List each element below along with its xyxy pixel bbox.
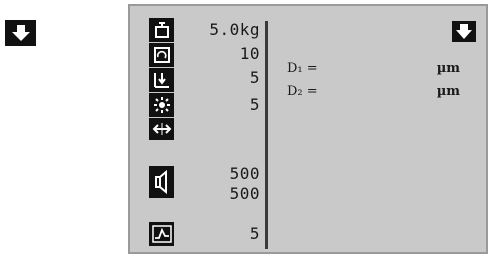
- indent-value: 5: [249, 68, 260, 87]
- speaker-icon[interactable]: [149, 166, 174, 198]
- indenter-icon[interactable]: [149, 68, 174, 92]
- divider: [265, 21, 268, 249]
- weight-icon[interactable]: [149, 18, 174, 42]
- measurement-unit-d2: µm: [436, 84, 460, 99]
- control-panel: 5.0kg 10 5 5 500 500 5 D₁ = µm D₂ = µm: [128, 4, 488, 254]
- arrow-down-icon[interactable]: [452, 21, 476, 42]
- measurement-unit-d1: µm: [436, 61, 460, 76]
- sound-value-1: 500: [229, 164, 260, 183]
- load-value: 5.0kg: [209, 20, 260, 39]
- graph-value: 5: [249, 224, 260, 243]
- sound-value-2: 500: [229, 184, 260, 203]
- graph-icon[interactable]: [149, 222, 174, 246]
- light-value: 5: [249, 95, 260, 114]
- measurement-label-d1: D₁ =: [287, 61, 318, 76]
- measurement-label-d2: D₂ =: [287, 84, 318, 99]
- horizontal-arrows-icon[interactable]: [149, 118, 174, 140]
- rotate-icon[interactable]: [149, 43, 174, 67]
- rotation-value: 10: [239, 44, 260, 63]
- light-icon[interactable]: [149, 93, 174, 117]
- arrow-down-icon[interactable]: [5, 20, 36, 46]
